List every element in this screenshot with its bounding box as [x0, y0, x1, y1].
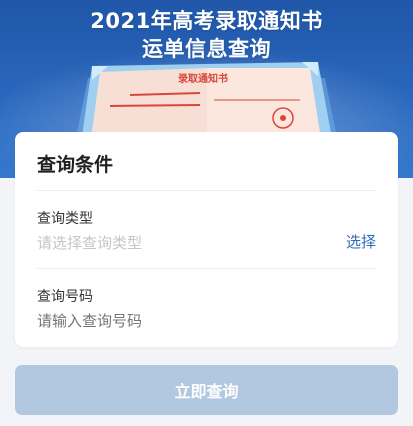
divider [37, 268, 376, 269]
card-title: 查询条件 [37, 154, 114, 176]
submit-query-button[interactable]: 立即查询 [15, 365, 398, 415]
divider [37, 190, 376, 191]
page-title: 2021年高考录取通知书 [90, 9, 323, 33]
page-subtitle: 运单信息查询 [142, 37, 271, 61]
query-type-select[interactable]: 请选择查询类型 [37, 232, 297, 253]
letter-heading: 录取通知书 [178, 72, 228, 85]
seal-star [280, 115, 286, 121]
query-type-label: 查询类型 [37, 211, 93, 227]
query-number-label: 查询号码 [37, 289, 93, 305]
query-conditions-card: 查询条件 查询类型 请选择查询类型 选择 查询号码 [15, 132, 398, 347]
select-query-type-button[interactable]: 选择 [346, 231, 376, 252]
query-number-input[interactable] [37, 310, 376, 332]
letter-line [109, 104, 201, 107]
